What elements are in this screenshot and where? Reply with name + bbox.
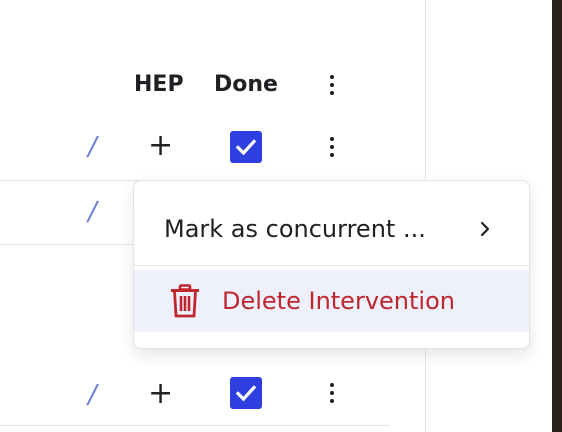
- delete-intervention-menu-item[interactable]: Delete Intervention: [134, 270, 529, 332]
- hep-column-header: HEP: [134, 72, 184, 97]
- chevron-right-icon: [480, 221, 490, 237]
- header-more-icon[interactable]: [324, 71, 340, 99]
- menu-item-label: Mark as concurrent ...: [164, 215, 426, 243]
- menu-item-label: Delete Intervention: [222, 287, 455, 315]
- menu-divider: [134, 265, 529, 266]
- row-1-edit-link[interactable]: /: [88, 132, 97, 162]
- row-3-edit-link[interactable]: /: [88, 380, 97, 410]
- row-3-more-icon[interactable]: [324, 379, 340, 407]
- row-1-more-icon[interactable]: [324, 133, 340, 161]
- checkmark-icon: [235, 385, 257, 402]
- checkmark-icon: [235, 139, 257, 156]
- row-divider: [0, 425, 390, 426]
- row-1-hep-add-button[interactable]: +: [148, 131, 173, 161]
- done-column-header: Done: [214, 72, 278, 97]
- row-2-edit-link[interactable]: /: [88, 197, 97, 227]
- trash-icon: [171, 284, 199, 318]
- row-1-done-checkbox[interactable]: [230, 131, 262, 163]
- row-3-hep-add-button[interactable]: +: [148, 379, 173, 409]
- window-edge: [552, 0, 562, 432]
- row-context-menu: Mark as concurrent ... Delete Interventi…: [133, 180, 530, 349]
- row-3-done-checkbox[interactable]: [230, 377, 262, 409]
- mark-as-concurrent-menu-item[interactable]: Mark as concurrent ...: [134, 201, 529, 257]
